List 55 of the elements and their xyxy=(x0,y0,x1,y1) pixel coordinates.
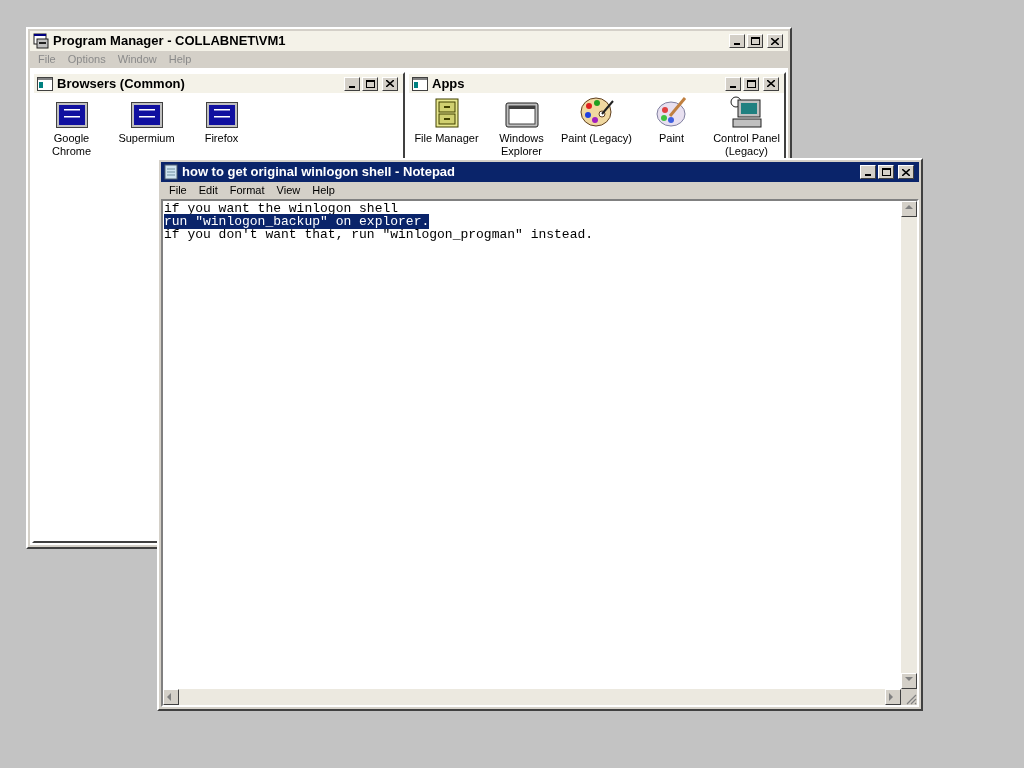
program-item[interactable]: Windows Explorer xyxy=(484,96,559,158)
close-icon xyxy=(902,168,910,176)
menu-item[interactable]: Edit xyxy=(192,182,224,199)
program-item[interactable]: Control Panel (Legacy) xyxy=(709,96,784,158)
vertical-scrollbar[interactable] xyxy=(901,201,917,689)
size-grip-icon[interactable] xyxy=(905,693,917,705)
close-button[interactable] xyxy=(898,165,914,179)
program-item[interactable]: Paint xyxy=(634,96,709,145)
minimize-button[interactable] xyxy=(860,165,876,179)
maximize-button[interactable] xyxy=(743,76,759,91)
scroll-right-button[interactable] xyxy=(885,689,901,705)
minimize-button[interactable] xyxy=(344,76,360,91)
close-button[interactable] xyxy=(767,34,783,48)
close-icon xyxy=(771,37,779,45)
menu-item[interactable]: View xyxy=(270,182,307,199)
menu-item[interactable]: Help xyxy=(306,182,341,199)
close-icon xyxy=(386,80,394,87)
horizontal-scrollbar[interactable] xyxy=(163,689,901,705)
ms-dos-icon xyxy=(130,102,163,128)
close-button[interactable] xyxy=(763,76,779,91)
window-icon xyxy=(412,76,428,91)
window-icon xyxy=(37,76,53,91)
minimize-button[interactable] xyxy=(725,76,741,91)
scroll-up-button[interactable] xyxy=(901,201,917,217)
text-line: if you want the winlogon shell xyxy=(164,201,399,216)
menu-item[interactable]: Format xyxy=(223,182,271,199)
text-line: if you don't want that, run "winlogon_progman" instead. xyxy=(164,227,594,242)
palette-icon xyxy=(579,96,614,128)
program-item[interactable]: Paint (Legacy) xyxy=(559,96,634,145)
file-cabinet-icon xyxy=(434,98,459,128)
notepad-icon xyxy=(164,164,178,180)
close-button[interactable] xyxy=(382,76,398,91)
close-icon xyxy=(767,80,775,87)
palette-brush-icon xyxy=(655,96,688,128)
program-manager-icon xyxy=(33,33,49,49)
window-title: Browsers (Common) xyxy=(57,74,186,93)
scroll-down-button[interactable] xyxy=(901,673,917,689)
maximize-button[interactable] xyxy=(878,165,894,179)
menu-item[interactable]: File xyxy=(163,182,193,199)
ms-dos-icon xyxy=(205,102,238,128)
window-title: Apps xyxy=(432,74,466,93)
text-area[interactable]: if you want the winlogon shell run "winlogon_backup" on explorer. if you don't want that, run "winlogon_progman" instead. xyxy=(163,201,901,689)
program-item[interactable]: Google Chrome xyxy=(34,96,109,158)
window-title: how to get original winlogon shell - Notepad xyxy=(182,163,456,182)
computer-icon xyxy=(729,96,764,128)
program-item[interactable]: File Manager xyxy=(409,96,484,145)
program-item[interactable]: Firefox xyxy=(184,96,259,145)
maximize-button[interactable] xyxy=(362,76,378,91)
window-icon xyxy=(504,102,539,128)
window-title: Program Manager - COLLABNET\VM1 xyxy=(53,32,287,51)
maximize-button[interactable] xyxy=(747,34,763,48)
scroll-left-button[interactable] xyxy=(163,689,179,705)
ms-dos-icon xyxy=(55,102,88,128)
program-item[interactable]: Supermium xyxy=(109,96,184,145)
minimize-button[interactable] xyxy=(729,34,745,48)
